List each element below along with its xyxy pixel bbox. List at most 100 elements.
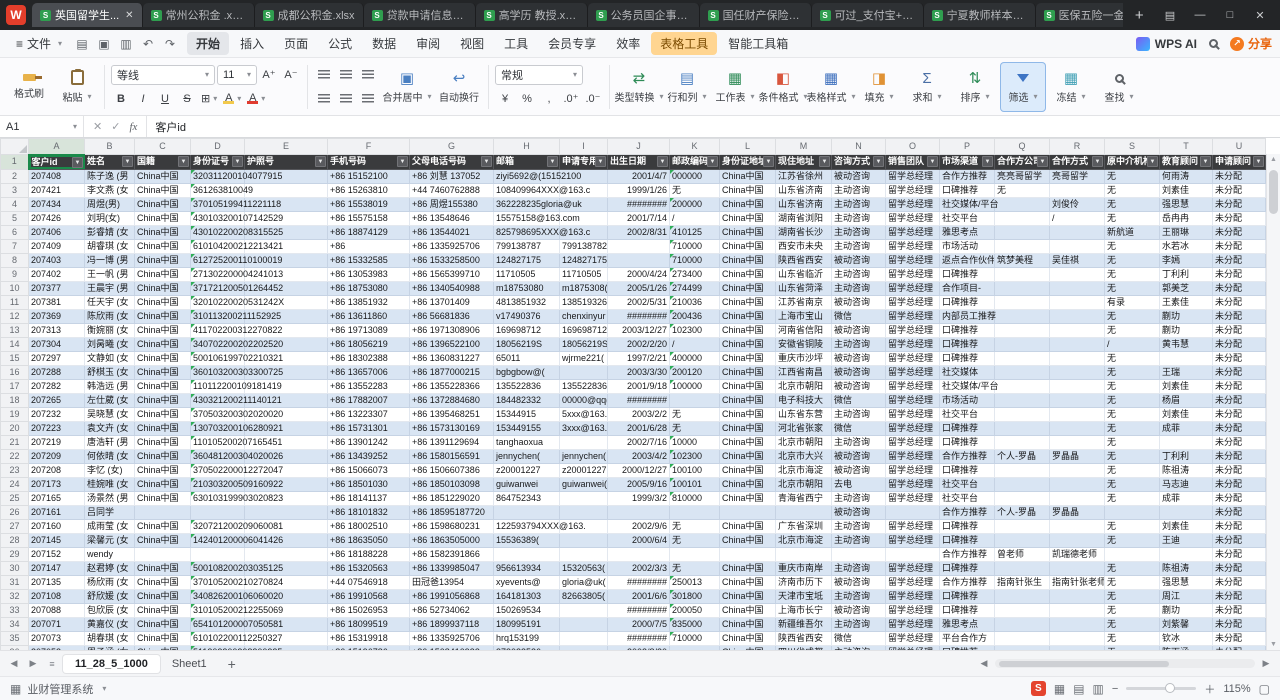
- cell[interactable]: 被动咨询: [832, 365, 886, 379]
- column-header-R[interactable]: R: [1050, 139, 1105, 155]
- currency-format-icon[interactable]: ¥: [495, 89, 515, 109]
- cell[interactable]: 100100: [670, 463, 720, 477]
- filter-dropdown-icon[interactable]: ▼: [72, 157, 83, 168]
- cell[interactable]: China中国: [720, 435, 776, 449]
- cell[interactable]: 无: [1105, 365, 1160, 379]
- cell[interactable]: 合作方推荐: [940, 575, 995, 589]
- cell[interactable]: +86 19910568: [328, 589, 410, 603]
- cell[interactable]: 被动咨询: [832, 449, 886, 463]
- minimize-button[interactable]: —: [1186, 4, 1214, 26]
- cell[interactable]: 新疆维吾尔: [776, 617, 832, 631]
- row-number[interactable]: 35: [1, 631, 29, 645]
- cell[interactable]: +86 18141137: [328, 491, 410, 505]
- cell[interactable]: 北京市海淀: [776, 533, 832, 547]
- cell[interactable]: 刘俊伶: [1050, 197, 1105, 211]
- cell[interactable]: 无: [1105, 323, 1160, 337]
- cell[interactable]: +86 1372884680: [410, 393, 494, 407]
- cell[interactable]: 207408: [29, 169, 85, 183]
- cell[interactable]: 被动咨询: [832, 295, 886, 309]
- row-number[interactable]: 5: [1, 211, 29, 225]
- column-header-S[interactable]: S: [1105, 139, 1160, 155]
- cell[interactable]: +86 18302388: [328, 351, 410, 365]
- cell[interactable]: 合作方推荐: [940, 547, 995, 561]
- cell[interactable]: 65011: [494, 351, 560, 365]
- underline-icon[interactable]: U: [155, 89, 175, 109]
- cell[interactable]: v17490376: [494, 309, 560, 323]
- cell[interactable]: 370503200302020020: [191, 407, 245, 421]
- cell[interactable]: 18056219S: [560, 337, 608, 351]
- cell[interactable]: 主动咨询: [832, 267, 886, 281]
- cell[interactable]: 1999/3/2: [608, 491, 670, 505]
- cell[interactable]: [995, 365, 1050, 379]
- font-size-select[interactable]: 11▾: [217, 65, 257, 85]
- cell[interactable]: 370105200210270824: [191, 575, 245, 589]
- cell[interactable]: 未分配: [1213, 323, 1266, 337]
- row-number[interactable]: 32: [1, 589, 29, 603]
- cell[interactable]: 微信: [832, 309, 886, 323]
- cell[interactable]: 207426: [29, 211, 85, 225]
- row-number[interactable]: 23: [1, 463, 29, 477]
- cell[interactable]: +86 15196786: [328, 645, 410, 650]
- cell[interactable]: [560, 631, 608, 645]
- cell[interactable]: 口碑推荐: [940, 183, 995, 197]
- cell[interactable]: 1999/1/26: [608, 183, 670, 197]
- scroll-right-icon[interactable]: ▶: [1258, 658, 1274, 669]
- cell[interactable]: 32010220020531242X: [191, 295, 245, 309]
- cell[interactable]: 未分配: [1213, 561, 1266, 575]
- cell[interactable]: 835000: [670, 617, 720, 631]
- cell[interactable]: China中国: [720, 211, 776, 225]
- row-number[interactable]: 20: [1, 421, 29, 435]
- cell[interactable]: 口碑推荐: [940, 603, 995, 617]
- cell[interactable]: 未分配: [1213, 169, 1266, 183]
- cell[interactable]: 天津市宝坻: [776, 589, 832, 603]
- row-number[interactable]: 8: [1, 253, 29, 267]
- cell[interactable]: 2002/2/20: [608, 337, 670, 351]
- column-header-A[interactable]: A: [29, 139, 85, 155]
- cell[interactable]: 主动咨询: [832, 197, 886, 211]
- cell[interactable]: 207402: [29, 267, 85, 281]
- cell[interactable]: 留学总经理: [886, 337, 940, 351]
- cell[interactable]: 钦冰: [1160, 631, 1213, 645]
- row-number[interactable]: 6: [1, 225, 29, 239]
- cell[interactable]: 被动咨询: [832, 169, 886, 183]
- cell[interactable]: [995, 379, 1050, 393]
- cell[interactable]: 山东省菏泽: [776, 281, 832, 295]
- filter-dropdown-icon[interactable]: ▼: [927, 156, 938, 167]
- cell[interactable]: China中国: [135, 393, 191, 407]
- cell[interactable]: 200000: [670, 197, 720, 211]
- column-header-Q[interactable]: Q: [995, 139, 1050, 155]
- cell[interactable]: 207406: [29, 225, 85, 239]
- cell[interactable]: 主动咨询: [832, 183, 886, 197]
- row-number[interactable]: 24: [1, 477, 29, 491]
- cell[interactable]: [560, 603, 608, 617]
- cell[interactable]: [995, 533, 1050, 547]
- cell[interactable]: 被动咨询: [832, 351, 886, 365]
- cell[interactable]: 301800: [670, 589, 720, 603]
- cell[interactable]: China中国: [720, 449, 776, 463]
- cell[interactable]: 袁文卉 (女: [85, 421, 135, 435]
- page-layout-view-icon[interactable]: ▤: [1073, 682, 1084, 696]
- column-header-J[interactable]: J: [608, 139, 670, 155]
- cell[interactable]: [494, 505, 560, 519]
- cell[interactable]: 180995191: [494, 617, 560, 631]
- bold-icon[interactable]: B: [111, 89, 131, 109]
- cell[interactable]: 刘素佳: [1160, 407, 1213, 421]
- cell[interactable]: [1050, 267, 1105, 281]
- cell[interactable]: 社交媒体/平台: [940, 379, 995, 393]
- cell[interactable]: China中国: [135, 253, 191, 267]
- cell[interactable]: 李忆 (女): [85, 463, 135, 477]
- cell[interactable]: 未分配: [1213, 379, 1266, 393]
- cell[interactable]: 207282: [29, 379, 85, 393]
- add-sheet-button[interactable]: +: [222, 656, 242, 672]
- save-icon[interactable]: ▤: [72, 35, 92, 53]
- cell[interactable]: 207219: [29, 435, 85, 449]
- cell[interactable]: 王晨宇 (男: [85, 281, 135, 295]
- cell[interactable]: z20001227: [494, 463, 560, 477]
- cell[interactable]: 黄嘉仪 (女: [85, 617, 135, 631]
- filter-dropdown-icon[interactable]: ▼: [1147, 156, 1158, 167]
- cell[interactable]: [720, 505, 776, 519]
- cell[interactable]: China中国: [720, 463, 776, 477]
- filter-dropdown-icon[interactable]: ▼: [315, 156, 326, 167]
- cell[interactable]: China中国: [135, 239, 191, 253]
- cell[interactable]: 4813851932: [494, 295, 560, 309]
